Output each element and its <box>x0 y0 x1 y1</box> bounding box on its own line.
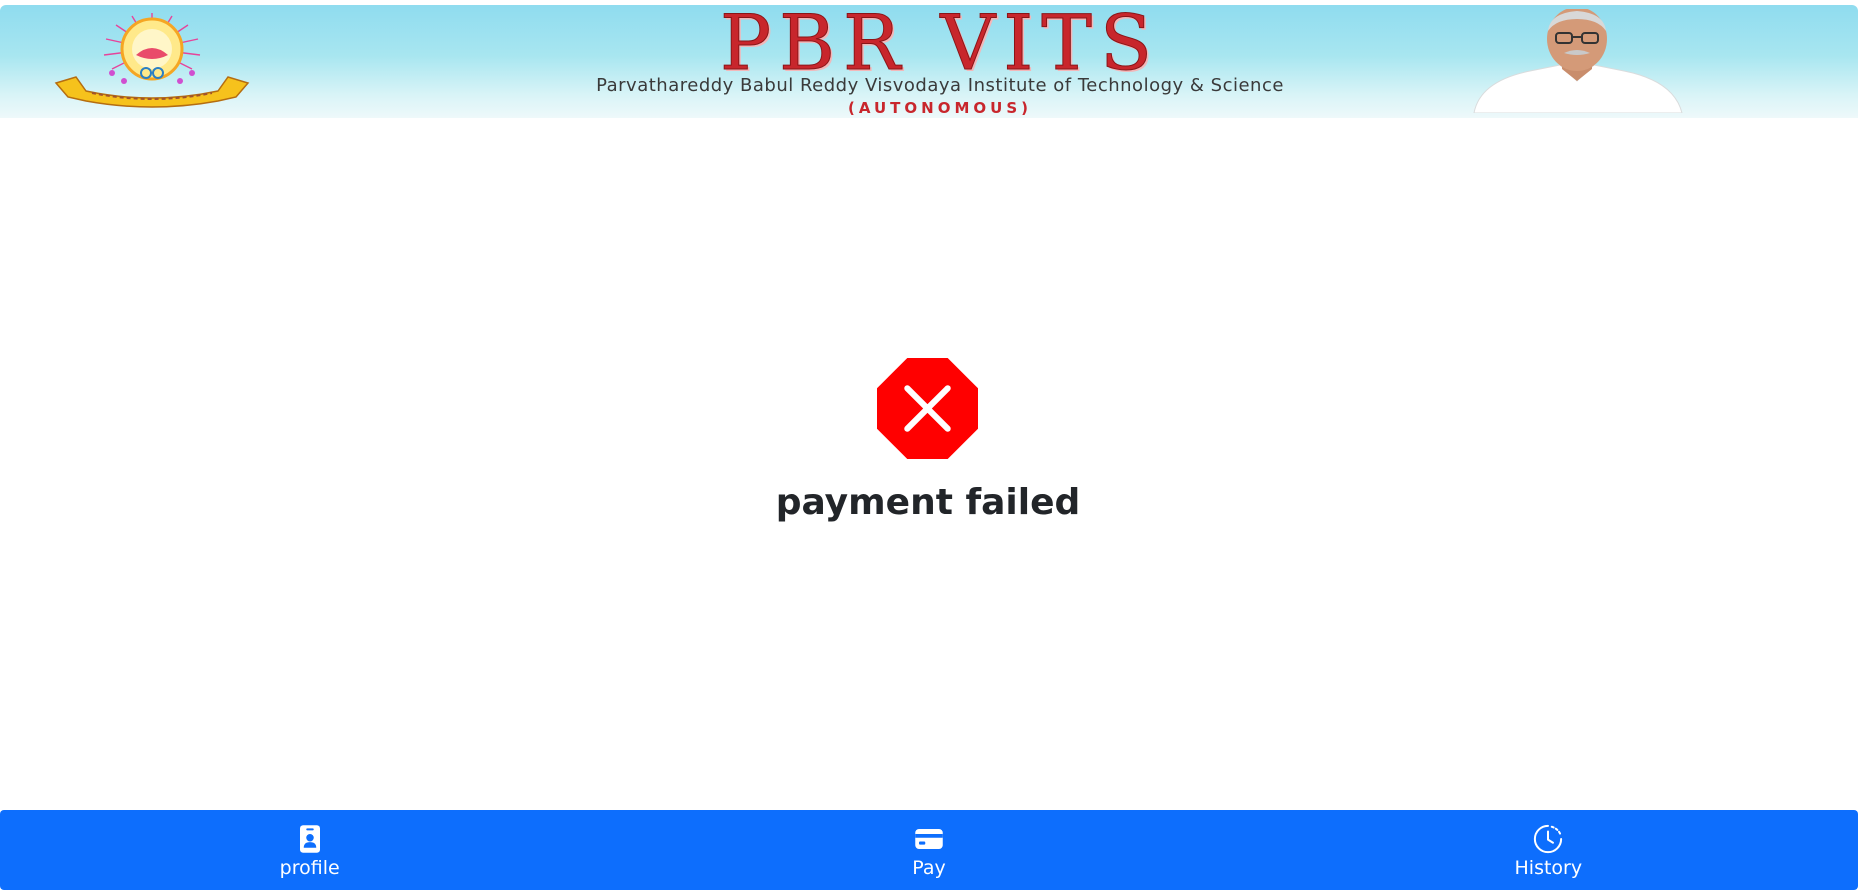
header-banner: PBR VITS Parvathareddy Babul Reddy Visvo… <box>0 5 1858 118</box>
nav-item-pay[interactable]: Pay <box>619 810 1238 890</box>
nav-label-profile: profile <box>279 857 340 879</box>
autonomous-label: (AUTONOMOUS) <box>848 99 1032 117</box>
payment-status-message: payment failed <box>775 482 1081 523</box>
error-octagon-icon <box>877 358 978 459</box>
nav-item-profile[interactable]: profile <box>0 810 619 890</box>
app-root: PBR VITS Parvathareddy Babul Reddy Visvo… <box>0 0 1864 893</box>
page-edge <box>1858 0 1864 893</box>
institute-emblem-icon <box>54 13 250 108</box>
bottom-nav: profile Pay History <box>0 810 1858 890</box>
nav-label-pay: Pay <box>912 857 946 879</box>
payment-status-panel: payment failed <box>0 118 1858 810</box>
institute-subtitle: Parvathareddy Babul Reddy Visvodaya Inst… <box>596 75 1284 96</box>
founder-portrait-icon <box>1472 9 1683 113</box>
nav-label-history: History <box>1514 857 1583 879</box>
nav-item-history[interactable]: History <box>1239 810 1858 890</box>
institute-title: PBR VITS <box>719 5 1161 87</box>
credit-card-icon <box>915 829 943 849</box>
person-badge-icon <box>299 825 320 853</box>
institute-title-block: PBR VITS Parvathareddy Babul Reddy Visvo… <box>420 5 1460 118</box>
clock-history-icon <box>1534 824 1563 854</box>
